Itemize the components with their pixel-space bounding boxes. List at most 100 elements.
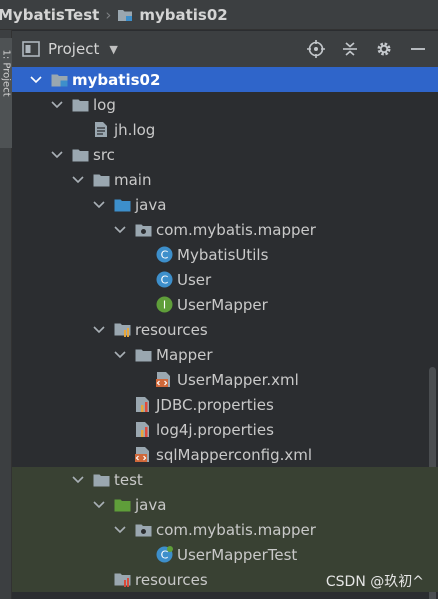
tree-row-label: UserMapperTest (177, 545, 298, 564)
tree-row[interactable]: log4j.properties (12, 417, 438, 442)
package-icon (134, 221, 152, 239)
minimize-icon[interactable] (408, 39, 428, 59)
tree-row[interactable]: log (12, 92, 438, 117)
tree-row-label: resources (135, 570, 208, 589)
breadcrumb: MybatisTest › mybatis02 (0, 0, 438, 30)
tree-row[interactable]: sqlMapperconfig.xml (12, 442, 438, 467)
resources-folder-icon (113, 321, 131, 339)
source-folder-icon (113, 196, 131, 214)
folder-icon (134, 346, 152, 364)
tree-row-label: MybatisUtils (177, 245, 269, 264)
chevron-down-icon[interactable] (91, 322, 107, 338)
chevron-down-icon[interactable] (91, 497, 107, 513)
tree-row-label: jh.log (114, 120, 156, 139)
test-source-folder-icon (113, 496, 131, 514)
tree-row-label: com.mybatis.mapper (156, 520, 316, 539)
text-file-icon (92, 121, 110, 139)
class-icon: C (155, 246, 173, 264)
tree-row-label: UserMapper (177, 295, 268, 314)
chevron-down-icon: ▼ (109, 42, 118, 56)
chevron-down-icon[interactable] (112, 222, 128, 238)
svg-text:I: I (162, 299, 165, 312)
tree-row-label: com.mybatis.mapper (156, 220, 316, 239)
tree-row[interactable]: jh.log (12, 117, 438, 142)
svg-text:C: C (160, 249, 168, 262)
ide-window: MybatisTest › mybatis02 1: Project Proje… (0, 0, 438, 599)
xml-file-icon (155, 371, 173, 389)
tree-row[interactable]: C User (12, 267, 438, 292)
tree-row[interactable]: java (12, 192, 438, 217)
tree-row-label: src (93, 145, 115, 164)
tree-row[interactable]: mybatis02 (12, 67, 438, 92)
tree-row[interactable]: resources (12, 317, 438, 342)
panel-title: Project (48, 40, 100, 58)
watermark: CSDN @玖初^ (325, 574, 424, 590)
test-class-icon: C (155, 546, 173, 564)
panel-toolbar (306, 39, 428, 59)
tree-row-label: java (135, 495, 167, 514)
properties-file-icon (134, 421, 152, 439)
tree-row[interactable]: UserMapper.xml (12, 367, 438, 392)
test-resources-folder-icon (113, 571, 131, 589)
tree-row[interactable]: C MybatisUtils (12, 242, 438, 267)
tree-row-label: test (114, 470, 143, 489)
chevron-down-icon[interactable] (70, 472, 86, 488)
tree-row[interactable]: test (12, 467, 438, 492)
xml-file-icon (134, 446, 152, 464)
chevron-down-icon[interactable] (70, 172, 86, 188)
project-view-icon (22, 41, 40, 57)
folder-icon (71, 146, 89, 164)
svg-text:C: C (160, 274, 168, 287)
tool-window-strip: 1: Project (0, 30, 12, 599)
collapse-all-icon[interactable] (340, 39, 360, 59)
tree-row[interactable]: src (12, 142, 438, 167)
properties-file-icon (134, 396, 152, 414)
tree-row[interactable]: java (12, 492, 438, 517)
tree-row[interactable]: com.mybatis.mapper (12, 217, 438, 242)
interface-icon: I (155, 296, 173, 314)
tree-row-label: sqlMapperconfig.xml (156, 445, 313, 464)
chevron-down-icon[interactable] (49, 147, 65, 163)
tree-row-label: main (114, 170, 152, 189)
chevron-down-icon[interactable] (49, 97, 65, 113)
tree-row-label: JDBC.properties (156, 395, 274, 414)
chevron-down-icon[interactable] (112, 347, 128, 363)
chevron-down-icon[interactable] (91, 197, 107, 213)
tree-row[interactable]: C UserMapperTest (12, 542, 438, 567)
view-selector[interactable]: Project ▼ (22, 40, 118, 58)
project-tool-tab[interactable]: 1: Project (0, 38, 12, 148)
gear-icon[interactable] (374, 39, 394, 59)
breadcrumb-module[interactable]: mybatis02 (117, 5, 228, 24)
tree-row[interactable]: Mapper (12, 342, 438, 367)
project-tool-tab-label: 1: Project (0, 49, 12, 97)
breadcrumb-project[interactable]: MybatisTest (0, 6, 99, 24)
chevron-down-icon[interactable] (28, 72, 44, 88)
chevron-down-icon[interactable] (112, 522, 128, 538)
tree-row-label: log (93, 95, 116, 114)
tree-row-label: resources (135, 320, 208, 339)
breadcrumb-module-label: mybatis02 (139, 5, 228, 24)
tree-row[interactable]: I UserMapper (12, 292, 438, 317)
module-folder-icon (50, 71, 68, 89)
tree-row[interactable]: JDBC.properties (12, 392, 438, 417)
folder-icon (92, 471, 110, 489)
tree-row-label: log4j.properties (156, 420, 274, 439)
tree-row-label: Mapper (156, 345, 213, 364)
module-folder-icon (117, 8, 133, 22)
tree-row[interactable]: main (12, 167, 438, 192)
project-panel-header: Project ▼ (12, 31, 438, 67)
locate-icon[interactable] (306, 39, 326, 59)
tree-row[interactable]: com.mybatis.mapper (12, 517, 438, 542)
tree-row-label: User (177, 270, 212, 289)
project-tree: mybatis02 log jh.log src main java com.mybatis… (12, 67, 438, 599)
